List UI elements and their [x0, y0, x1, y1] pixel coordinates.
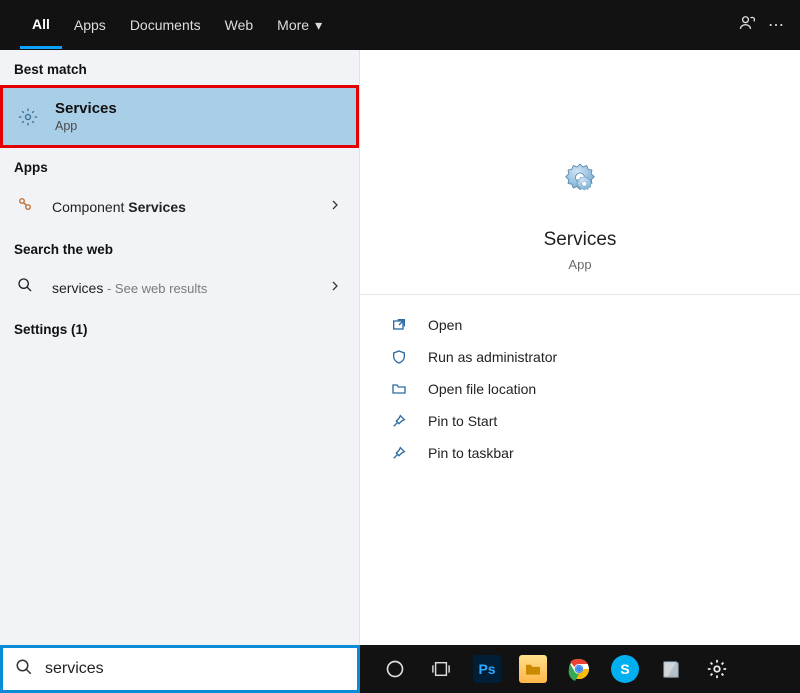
- action-label: Open: [428, 317, 462, 333]
- action-pin-taskbar[interactable]: Pin to taskbar: [390, 437, 770, 469]
- action-label: Run as administrator: [428, 349, 557, 365]
- action-run-admin[interactable]: Run as administrator: [390, 341, 770, 373]
- folder-icon: [390, 381, 408, 397]
- preview-hero: Services App: [360, 50, 800, 295]
- result-label: Component Services: [52, 199, 186, 215]
- action-open[interactable]: Open: [390, 309, 770, 341]
- tab-web[interactable]: Web: [213, 13, 266, 47]
- search-scope-tabs: All Apps Documents Web More ▾ ⋯: [0, 0, 800, 50]
- results-pane: Best match Services App Apps Compone: [0, 50, 360, 645]
- shield-icon: [390, 349, 408, 365]
- taskbar-app-photoshop[interactable]: Ps: [468, 650, 506, 688]
- best-match-title: Services: [55, 100, 117, 117]
- tab-documents[interactable]: Documents: [118, 13, 213, 47]
- tab-more[interactable]: More ▾: [265, 13, 334, 48]
- gear-icon: [17, 106, 39, 128]
- taskbar-app-skype[interactable]: S: [606, 650, 644, 688]
- pin-icon: [390, 413, 408, 429]
- more-options-icon[interactable]: ⋯: [762, 15, 790, 35]
- task-view-icon[interactable]: [422, 650, 460, 688]
- section-search-web: Search the web: [0, 230, 359, 265]
- taskbar-app-settings[interactable]: [698, 650, 736, 688]
- best-match-subtitle: App: [55, 119, 117, 133]
- taskbar-app-chrome[interactable]: [560, 650, 598, 688]
- pin-icon: [390, 445, 408, 461]
- section-apps: Apps: [0, 148, 359, 183]
- preview-subtitle: App: [568, 257, 591, 272]
- taskbar-search[interactable]: [0, 645, 360, 693]
- action-label: Open file location: [428, 381, 536, 397]
- action-pin-start[interactable]: Pin to Start: [390, 405, 770, 437]
- chevron-right-icon: [329, 198, 341, 216]
- tab-apps[interactable]: Apps: [62, 13, 118, 47]
- action-label: Pin to taskbar: [428, 445, 514, 461]
- result-component-services[interactable]: Component Services: [0, 183, 359, 230]
- result-web-search[interactable]: services - See web results: [0, 265, 359, 310]
- open-icon: [390, 317, 408, 333]
- services-app-icon: [556, 158, 604, 211]
- search-input[interactable]: [45, 660, 345, 678]
- component-services-icon: [14, 195, 36, 218]
- action-open-location[interactable]: Open file location: [390, 373, 770, 405]
- taskbar-app-notes[interactable]: [652, 650, 690, 688]
- preview-title: Services: [544, 229, 617, 251]
- feedback-icon[interactable]: [734, 13, 762, 38]
- action-label: Pin to Start: [428, 413, 497, 429]
- tab-more-label: More: [277, 17, 309, 33]
- search-icon: [14, 277, 36, 298]
- best-match-result[interactable]: Services App: [0, 85, 359, 148]
- section-settings[interactable]: Settings (1): [0, 310, 359, 345]
- chevron-down-icon: ▾: [315, 17, 322, 34]
- taskbar: Ps S: [0, 645, 800, 693]
- preview-actions: Open Run as administrator Open file loca…: [360, 295, 800, 483]
- chevron-right-icon: [329, 279, 341, 297]
- taskbar-app-explorer[interactable]: [514, 650, 552, 688]
- search-icon: [15, 658, 33, 681]
- tab-all[interactable]: All: [20, 12, 62, 49]
- cortana-icon[interactable]: [376, 650, 414, 688]
- preview-pane: Services App Open Run as administrator: [360, 50, 800, 645]
- result-label: services - See web results: [52, 280, 207, 296]
- section-best-match: Best match: [0, 50, 359, 85]
